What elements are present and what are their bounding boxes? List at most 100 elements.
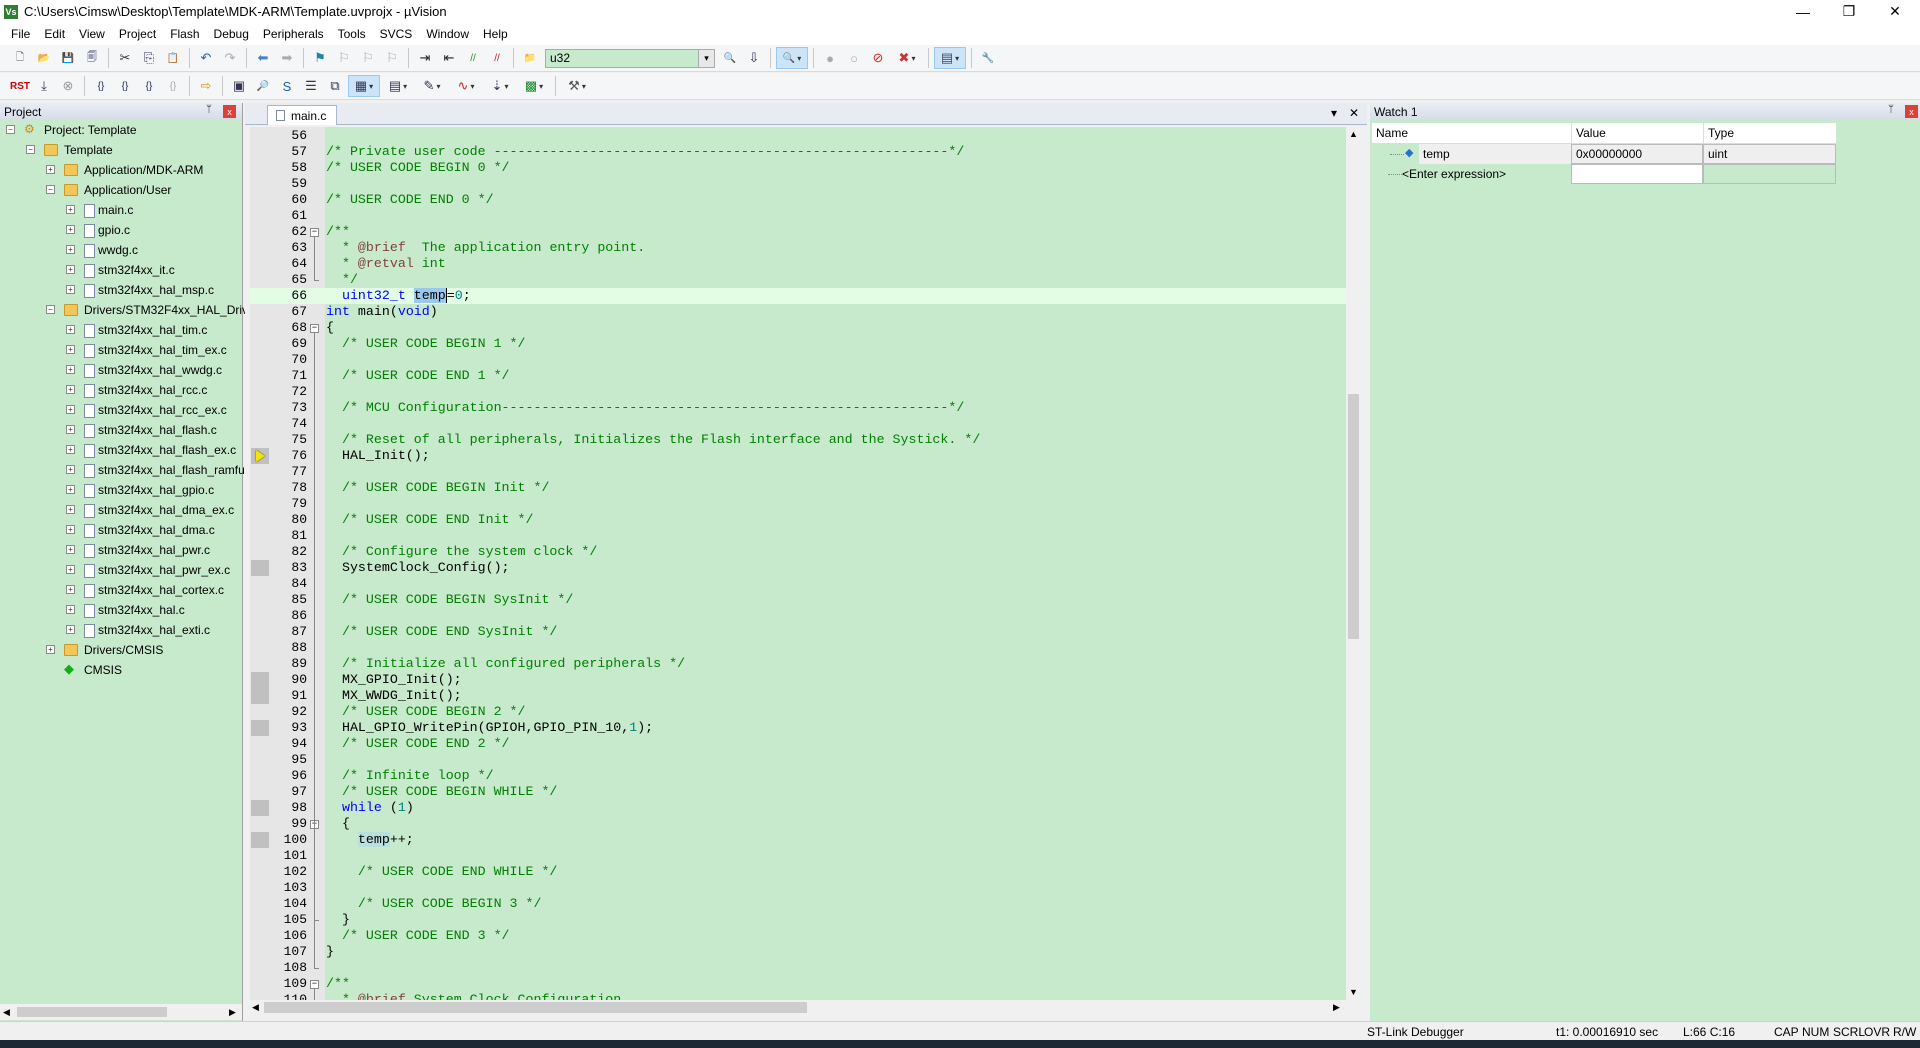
code-line[interactable]: 99− {: [250, 816, 1346, 832]
expand-icon[interactable]: +: [66, 525, 75, 534]
menu-project[interactable]: Project: [112, 27, 163, 41]
code-line[interactable]: 101: [250, 848, 1346, 864]
tree-item[interactable]: + stm32f4xx_hal_pwr_ex.c: [0, 560, 242, 580]
open-file-button[interactable]: 📂: [33, 47, 55, 69]
expand-icon[interactable]: +: [66, 285, 75, 294]
fold-collapse-icon[interactable]: −: [310, 980, 319, 989]
expand-icon[interactable]: +: [66, 445, 75, 454]
tree-item[interactable]: + stm32f4xx_hal_dma.c: [0, 520, 242, 540]
tree-item[interactable]: + stm32f4xx_hal_rcc.c: [0, 380, 242, 400]
reset-button[interactable]: RST: [9, 75, 31, 97]
close-button[interactable]: ✕: [1872, 0, 1918, 23]
tree-item[interactable]: + stm32f4xx_hal_dma_ex.c: [0, 500, 242, 520]
tree-item[interactable]: + stm32f4xx_hal_tim_ex.c: [0, 340, 242, 360]
code-line[interactable]: 73 /* MCU Configuration-----------------…: [250, 400, 1346, 416]
expand-icon[interactable]: +: [66, 265, 75, 274]
fold-collapse-icon[interactable]: −: [310, 324, 319, 333]
menu-flash[interactable]: Flash: [163, 27, 206, 41]
redo-button[interactable]: ↷: [219, 47, 241, 69]
tab-list-icon[interactable]: ▾: [1331, 106, 1337, 120]
tree-item[interactable]: + stm32f4xx_hal_pwr.c: [0, 540, 242, 560]
code-line[interactable]: 56: [250, 128, 1346, 144]
code-line[interactable]: 89 /* Initialize all configured peripher…: [250, 656, 1346, 672]
navigate-back-button[interactable]: ⬅: [252, 47, 274, 69]
menu-debug[interactable]: Debug: [207, 27, 256, 41]
expand-icon[interactable]: +: [66, 585, 75, 594]
code-line[interactable]: 103: [250, 880, 1346, 896]
code-line[interactable]: 69 /* USER CODE BEGIN 1 */: [250, 336, 1346, 352]
scroll-thumb[interactable]: [1348, 394, 1359, 639]
code-line[interactable]: 74: [250, 416, 1346, 432]
scroll-right-icon[interactable]: ▶: [229, 1007, 236, 1018]
code-line[interactable]: 75 /* Reset of all peripherals, Initiali…: [250, 432, 1346, 448]
scroll-left-icon[interactable]: ◀: [252, 1002, 259, 1013]
code-line[interactable]: 95: [250, 752, 1346, 768]
column-header-type[interactable]: Type: [1703, 123, 1836, 143]
code-line[interactable]: 91 MX_WWDG_Init();: [250, 688, 1346, 704]
menu-file[interactable]: File: [4, 27, 37, 41]
window-layout-button[interactable]: ▤: [934, 47, 966, 69]
close-panel-button[interactable]: x: [223, 105, 236, 118]
expand-icon[interactable]: +: [66, 205, 75, 214]
pin-icon[interactable]: ᛘ: [206, 104, 212, 115]
scroll-up-icon[interactable]: ▲: [1349, 129, 1358, 139]
expand-icon[interactable]: +: [66, 565, 75, 574]
disassembly-window-button[interactable]: 🔎: [252, 75, 274, 97]
fold-collapse-icon[interactable]: −: [310, 228, 319, 237]
code-line[interactable]: 82 /* Configure the system clock */: [250, 544, 1346, 560]
tree-item[interactable]: + stm32f4xx_hal_wwdg.c: [0, 360, 242, 380]
code-line[interactable]: 107}: [250, 944, 1346, 960]
watch-window-button[interactable]: ▦: [348, 75, 380, 97]
tree-item[interactable]: + stm32f4xx_hal_flash.c: [0, 420, 242, 440]
tree-item[interactable]: + stm32f4xx_hal_flash_ex.c: [0, 440, 242, 460]
new-file-button[interactable]: 🗋: [9, 47, 31, 69]
expand-icon[interactable]: +: [66, 405, 75, 414]
column-header-value[interactable]: Value: [1571, 123, 1703, 143]
run-to-cursor-button[interactable]: {}: [162, 75, 184, 97]
code-line[interactable]: 92 /* USER CODE BEGIN 2 */: [250, 704, 1346, 720]
clear-bookmarks-button[interactable]: ⚐: [381, 47, 403, 69]
menu-svcs[interactable]: SVCS: [373, 27, 420, 41]
call-stack-window-button[interactable]: ⧉: [324, 75, 346, 97]
tree-item[interactable]: − Application/User: [0, 180, 242, 200]
code-line[interactable]: 80 /* USER CODE END Init */: [250, 512, 1346, 528]
tree-item[interactable]: − Drivers/STM32F4xx_HAL_Driver: [0, 300, 259, 320]
editor-hscrollbar[interactable]: ◀ ▶: [250, 1000, 1346, 1015]
tree-item[interactable]: + stm32f4xx_hal_gpio.c: [0, 480, 242, 500]
paste-button[interactable]: 📋: [162, 47, 184, 69]
tree-item[interactable]: − Template: [0, 140, 242, 160]
code-line[interactable]: 108: [250, 960, 1346, 976]
tree-item[interactable]: + stm32f4xx_hal_flash_ramfunc.c: [0, 460, 267, 480]
registers-window-button[interactable]: ☰: [300, 75, 322, 97]
tree-item[interactable]: + Application/MDK-ARM: [0, 160, 242, 180]
minimize-button[interactable]: —: [1780, 0, 1826, 23]
run-button[interactable]: ⤓: [33, 75, 55, 97]
scroll-down-icon[interactable]: ▼: [1349, 987, 1358, 997]
maximize-button[interactable]: ❐: [1826, 0, 1872, 23]
next-bookmark-button[interactable]: ⚐: [357, 47, 379, 69]
code-line[interactable]: 57 /* Private user code -----------------…: [250, 144, 1346, 160]
system-viewer-button[interactable]: ▩: [518, 75, 550, 97]
debug-session-button[interactable]: 🔍: [776, 47, 808, 69]
code-line[interactable]: 70: [250, 352, 1346, 368]
code-line[interactable]: 65 */: [250, 272, 1346, 288]
menu-tools[interactable]: Tools: [331, 27, 373, 41]
tree-item[interactable]: ◆ CMSIS: [0, 660, 242, 680]
save-button[interactable]: 💾: [57, 47, 79, 69]
expand-icon[interactable]: +: [66, 485, 75, 494]
step-out-button[interactable]: {}: [138, 75, 160, 97]
undo-button[interactable]: ↶: [195, 47, 217, 69]
tree-item[interactable]: + stm32f4xx_hal.c: [0, 600, 242, 620]
code-line[interactable]: 59: [250, 176, 1346, 192]
code-line[interactable]: 71 /* USER CODE END 1 */: [250, 368, 1346, 384]
tree-item[interactable]: + stm32f4xx_hal_cortex.c: [0, 580, 242, 600]
watch-value[interactable]: 0x00000000: [1571, 144, 1703, 164]
tree-item[interactable]: + gpio.c: [0, 220, 242, 240]
expand-icon[interactable]: +: [66, 545, 75, 554]
incremental-find-button[interactable]: ⇩: [743, 47, 765, 69]
code-line[interactable]: 104 /* USER CODE BEGIN 3 */: [250, 896, 1346, 912]
memory-window-button[interactable]: ▤: [382, 75, 414, 97]
indent-button[interactable]: ⇥: [414, 47, 436, 69]
menu-help[interactable]: Help: [476, 27, 515, 41]
expand-icon[interactable]: +: [66, 345, 75, 354]
